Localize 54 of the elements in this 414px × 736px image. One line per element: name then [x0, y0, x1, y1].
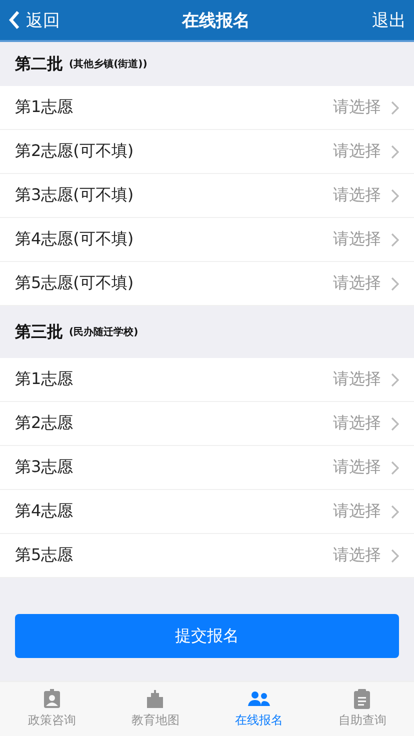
select-placeholder: 请选择 — [333, 185, 381, 206]
section-subtitle: (民办随迁学校) — [69, 325, 138, 339]
chevron-right-icon — [391, 100, 399, 114]
row-label: 第1志愿 — [15, 97, 74, 118]
back-button[interactable]: 返回 — [8, 8, 60, 32]
row-label: 第5志愿 — [15, 545, 74, 566]
row-label: 第3志愿(可不填) — [15, 185, 135, 206]
select-placeholder: 请选择 — [333, 97, 381, 118]
chevron-right-icon — [391, 548, 399, 562]
chevron-right-icon — [391, 460, 399, 474]
select-placeholder: 请选择 — [333, 141, 381, 162]
choice-row[interactable]: 第3志愿 请选择 — [0, 446, 414, 490]
select-placeholder: 请选择 — [333, 369, 381, 390]
chevron-right-icon — [391, 188, 399, 202]
choice-row[interactable]: 第5志愿(可不填) 请选择 — [0, 262, 414, 306]
row-label: 第2志愿(可不填) — [15, 141, 135, 162]
row-label: 第1志愿 — [15, 369, 74, 390]
choice-row[interactable]: 第1志愿 请选择 — [0, 358, 414, 402]
badge-icon — [42, 689, 62, 709]
choice-row[interactable]: 第4志愿(可不填) 请选择 — [0, 218, 414, 262]
chevron-right-icon — [391, 504, 399, 518]
clipboard-icon — [353, 689, 372, 709]
select-placeholder: 请选择 — [333, 501, 381, 522]
chevron-right-icon — [391, 232, 399, 246]
chevron-right-icon — [391, 416, 399, 430]
section-title: 第二批 — [15, 54, 63, 74]
chevron-right-icon — [391, 144, 399, 158]
row-label: 第2志愿 — [15, 413, 74, 434]
row-label: 第4志愿(可不填) — [15, 229, 135, 250]
select-placeholder: 请选择 — [333, 457, 381, 478]
select-placeholder: 请选择 — [333, 229, 381, 250]
choice-row[interactable]: 第3志愿(可不填) 请选择 — [0, 174, 414, 218]
choice-row[interactable]: 第1志愿 请选择 — [0, 86, 414, 130]
select-placeholder: 请选择 — [333, 545, 381, 566]
section-title: 第三批 — [15, 322, 63, 342]
select-placeholder: 请选择 — [333, 273, 381, 294]
page-title: 在线报名 — [182, 10, 250, 32]
building-icon — [145, 689, 166, 709]
row-label: 第4志愿 — [15, 501, 74, 522]
select-placeholder: 请选择 — [333, 413, 381, 434]
chevron-right-icon — [391, 276, 399, 290]
submit-button[interactable]: 提交报名 — [15, 614, 399, 658]
choice-row[interactable]: 第5志愿 请选择 — [0, 534, 414, 578]
row-label: 第3志愿 — [15, 457, 74, 478]
back-icon — [8, 10, 20, 30]
tab[interactable]: 在线报名 — [207, 682, 310, 736]
row-label: 第5志愿(可不填) — [15, 273, 135, 294]
section-subtitle: (其他乡镇(街道)) — [69, 58, 148, 71]
people-icon — [248, 689, 270, 709]
chevron-right-icon — [391, 372, 399, 386]
logout-button[interactable]: 退出 — [372, 8, 406, 32]
choice-row[interactable]: 第2志愿 请选择 — [0, 402, 414, 446]
choice-row[interactable]: 第2志愿(可不填) 请选择 — [0, 130, 414, 174]
choice-row[interactable]: 第4志愿 请选择 — [0, 490, 414, 534]
